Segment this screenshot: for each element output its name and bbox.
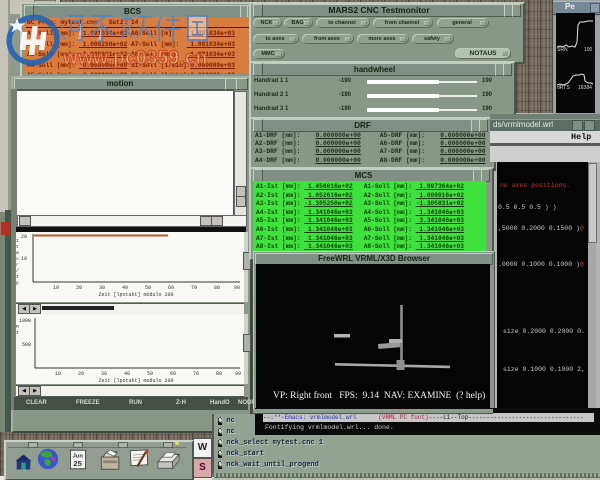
svg-text:70: 70 — [191, 285, 197, 291]
svg-text:30: 30 — [99, 285, 105, 291]
svg-text:VP: Right front FPS: 9.14: VP: Right front FPS: 9.14 NAV: EXAMINE (… — [273, 390, 485, 401]
svg-text:80: 80 — [216, 371, 222, 377]
svg-text:20: 20 — [76, 285, 82, 291]
svg-text:I: I — [16, 330, 19, 336]
svg-text:20: 20 — [21, 234, 27, 240]
svg-text:100: 100 — [584, 47, 593, 53]
svg-text:/: / — [16, 268, 19, 274]
svg-text:t: t — [16, 244, 19, 250]
svg-text:p: p — [16, 281, 19, 286]
svg-text:20: 20 — [78, 371, 84, 377]
svg-text:dRTS: dRTS — [557, 85, 570, 91]
svg-text:60: 60 — [170, 371, 176, 377]
svg-text:Zeit [lpotakt] modulo 200: Zeit [lpotakt] modulo 200 — [98, 378, 173, 384]
svg-text:70: 70 — [193, 371, 199, 377]
svg-text:I: I — [16, 274, 19, 280]
svg-text:30: 30 — [101, 371, 107, 377]
svg-text:80: 80 — [214, 285, 220, 291]
svg-text:25: 25 — [73, 459, 81, 468]
svg-text:10: 10 — [55, 371, 61, 377]
svg-text:90: 90 — [234, 285, 240, 291]
svg-text:50: 50 — [145, 285, 151, 291]
svg-text:500: 500 — [22, 342, 31, 348]
svg-text:60: 60 — [168, 285, 174, 291]
svg-text:40: 40 — [124, 371, 130, 377]
svg-text:o: o — [16, 257, 19, 262]
svg-text:40: 40 — [122, 285, 128, 291]
svg-text:I: I — [16, 238, 19, 244]
svg-text:50: 50 — [147, 371, 153, 377]
svg-text:16384: 16384 — [578, 85, 592, 91]
svg-text:Zeit [lpotakt] modulo 200: Zeit [lpotakt] modulo 200 — [98, 292, 173, 298]
svg-text:m: m — [16, 251, 19, 256]
svg-text:90: 90 — [235, 371, 241, 377]
svg-text:SRN: SRN — [557, 47, 568, 53]
svg-text:10: 10 — [53, 285, 59, 291]
svg-text:10: 10 — [21, 256, 27, 262]
svg-text:r: r — [16, 262, 19, 268]
svg-text:1000: 1000 — [19, 318, 31, 324]
svg-text:M: M — [16, 324, 19, 330]
